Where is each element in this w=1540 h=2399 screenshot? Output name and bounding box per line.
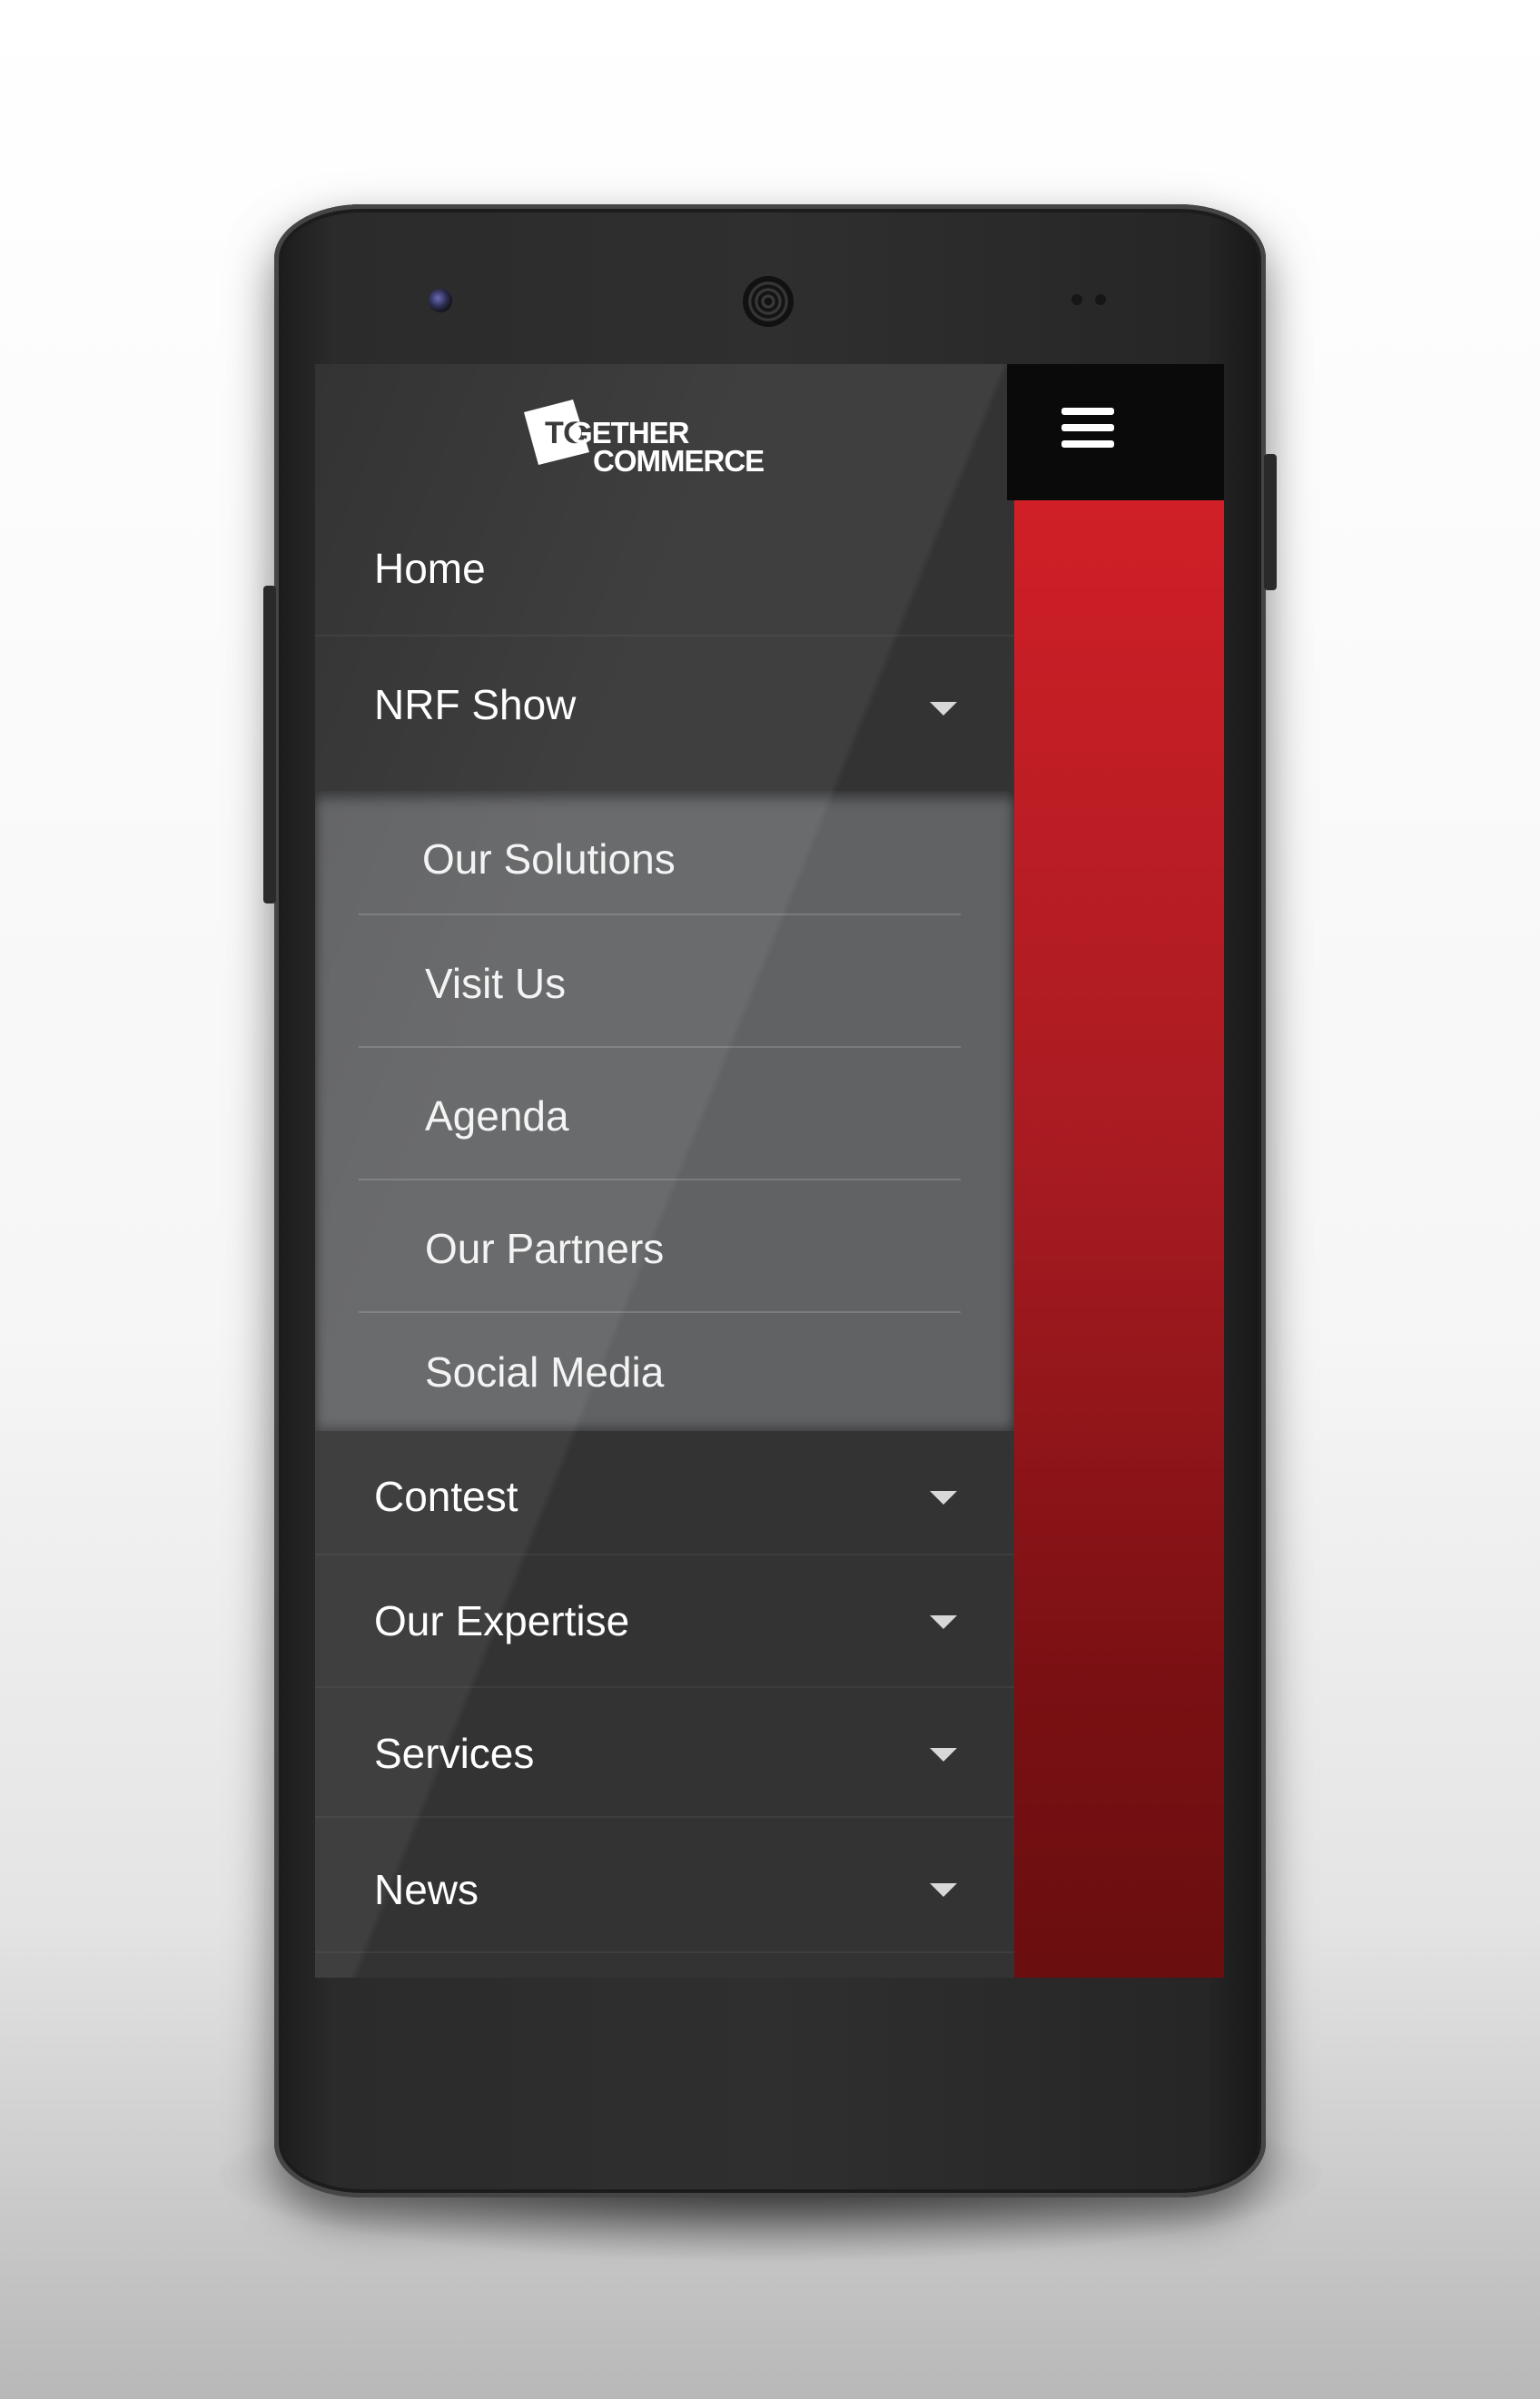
chevron-down-icon bbox=[930, 1883, 957, 1897]
menu-item-contest[interactable]: Contest bbox=[315, 1431, 1014, 1555]
menu-item-label: NRF Show bbox=[374, 681, 577, 728]
earpiece-speaker-icon bbox=[743, 276, 794, 327]
logo-text-line2: COMMERCE bbox=[593, 444, 765, 478]
menu-item-services[interactable]: Services bbox=[315, 1688, 1014, 1818]
content-top-bar bbox=[1007, 364, 1224, 500]
proximity-sensors bbox=[1071, 293, 1126, 306]
menu-item-label: News bbox=[374, 1866, 479, 1913]
front-camera-icon bbox=[429, 289, 452, 312]
menu-item-label: Services bbox=[374, 1730, 535, 1777]
app-screen: TO GETHER COMMERCE Home NRF Show Our Sol… bbox=[315, 364, 1224, 1978]
menu-item-home[interactable]: Home bbox=[315, 500, 1014, 637]
submenu-item-label: Social Media bbox=[425, 1348, 665, 1396]
volume-button bbox=[263, 586, 276, 903]
chevron-down-icon bbox=[930, 1748, 957, 1762]
chevron-down-icon bbox=[930, 1491, 957, 1505]
together-commerce-logo[interactable]: TO GETHER COMMERCE bbox=[515, 396, 805, 479]
nrf-show-submenu: Our Solutions Visit Us Agenda Our Partne… bbox=[315, 791, 1014, 1431]
content-panel bbox=[1014, 500, 1224, 1978]
menu-item-news[interactable]: News bbox=[315, 1818, 1014, 1953]
submenu-item-our-solutions[interactable]: Our Solutions bbox=[359, 791, 961, 915]
submenu-item-our-partners[interactable]: Our Partners bbox=[359, 1180, 961, 1313]
hamburger-icon[interactable] bbox=[1061, 408, 1114, 453]
submenu-item-visit-us[interactable]: Visit Us bbox=[359, 915, 961, 1048]
chevron-down-icon bbox=[930, 1615, 957, 1629]
menu-item-our-expertise[interactable]: Our Expertise bbox=[315, 1555, 1014, 1688]
menu-item-nrf-show[interactable]: NRF Show bbox=[315, 637, 1014, 791]
chevron-down-icon bbox=[930, 702, 957, 716]
submenu-item-label: Agenda bbox=[425, 1092, 569, 1140]
submenu-item-label: Our Partners bbox=[425, 1225, 665, 1272]
power-button bbox=[1264, 454, 1277, 590]
menu-item-label: Contest bbox=[374, 1473, 518, 1520]
submenu-item-label: Visit Us bbox=[425, 960, 567, 1007]
menu-item-label: Home bbox=[374, 545, 486, 592]
menu-item-label: Our Expertise bbox=[374, 1597, 630, 1644]
submenu-item-social-media[interactable]: Social Media bbox=[359, 1313, 961, 1431]
drawer-header: TO GETHER COMMERCE bbox=[315, 364, 1014, 500]
submenu-item-agenda[interactable]: Agenda bbox=[359, 1048, 961, 1180]
phone-frame: TO GETHER COMMERCE Home NRF Show Our Sol… bbox=[263, 204, 1277, 2197]
submenu-item-label: Our Solutions bbox=[422, 835, 676, 883]
navigation-drawer: TO GETHER COMMERCE Home NRF Show Our Sol… bbox=[315, 364, 1014, 1978]
